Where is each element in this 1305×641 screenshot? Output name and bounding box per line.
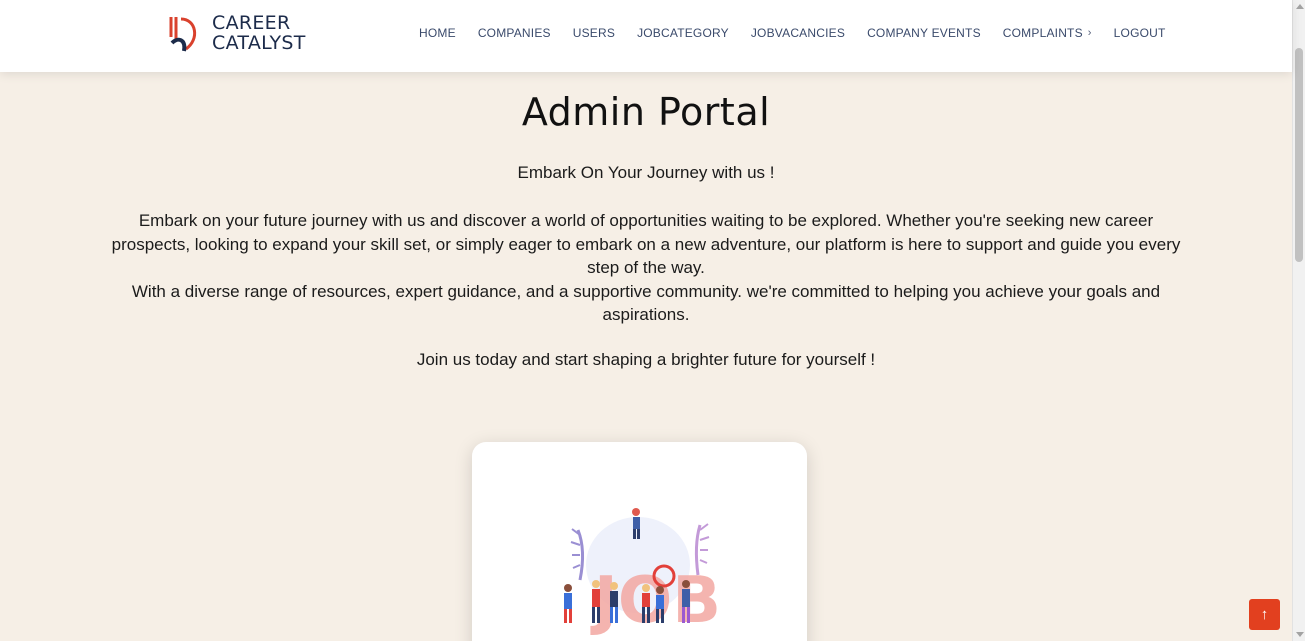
- arrow-up-icon: ↑: [1260, 606, 1269, 623]
- brand-line-1: CAREER: [212, 12, 291, 34]
- nav-companies[interactable]: COMPANIES: [478, 26, 551, 40]
- hero-section: Admin Portal Embark On Your Journey with…: [0, 72, 1292, 370]
- logo-icon: [169, 17, 197, 52]
- description-paragraph-2: With a diverse range of resources, exper…: [131, 281, 1161, 325]
- scroll-down-icon[interactable]: [1296, 632, 1304, 637]
- nav-complaints-label: COMPLAINTS: [1002, 26, 1083, 40]
- page-scrollbar[interactable]: [1292, 0, 1305, 641]
- nav-complaints[interactable]: COMPLAINTS ›: [1003, 26, 1092, 40]
- scroll-thumb[interactable]: [1295, 48, 1303, 262]
- brand-logo[interactable]: CAREER CATALYST: [168, 10, 306, 56]
- call-to-action-text: Join us today and start shaping a bright…: [416, 349, 876, 369]
- page-title: Admin Portal: [521, 90, 771, 134]
- hero-subtitle: Embark On Your Journey with us !: [517, 163, 775, 182]
- nav-logout[interactable]: LOGOUT: [1114, 26, 1166, 40]
- nav-home[interactable]: HOME: [419, 26, 456, 40]
- chevron-right-icon: ›: [1087, 27, 1092, 39]
- nav-jobvacancies[interactable]: JOBVACANCIES: [751, 26, 845, 40]
- brand-name: CAREER CATALYST: [212, 13, 306, 53]
- description-paragraph-1: Embark on your future journey with us an…: [111, 211, 1181, 277]
- nav-users[interactable]: USERS: [573, 26, 615, 40]
- nav-company-events[interactable]: COMPANY EVENTS: [867, 26, 981, 40]
- scroll-up-icon[interactable]: [1296, 4, 1304, 9]
- nav-jobcategory[interactable]: JOBCATEGORY: [637, 26, 729, 40]
- top-navbar: CAREER CATALYST HOME COMPANIES USERS JOB…: [0, 0, 1292, 72]
- back-to-top-button[interactable]: ↑: [1249, 599, 1280, 630]
- hero-description: Embark on your future journey with us an…: [101, 209, 1191, 327]
- illustration-card: JOB: [472, 442, 807, 641]
- main-nav: HOME COMPANIES USERS JOBCATEGORY JOBVACA…: [408, 0, 1177, 66]
- brand-line-2: CATALYST: [212, 32, 306, 54]
- job-illustration: JOB: [564, 508, 721, 638]
